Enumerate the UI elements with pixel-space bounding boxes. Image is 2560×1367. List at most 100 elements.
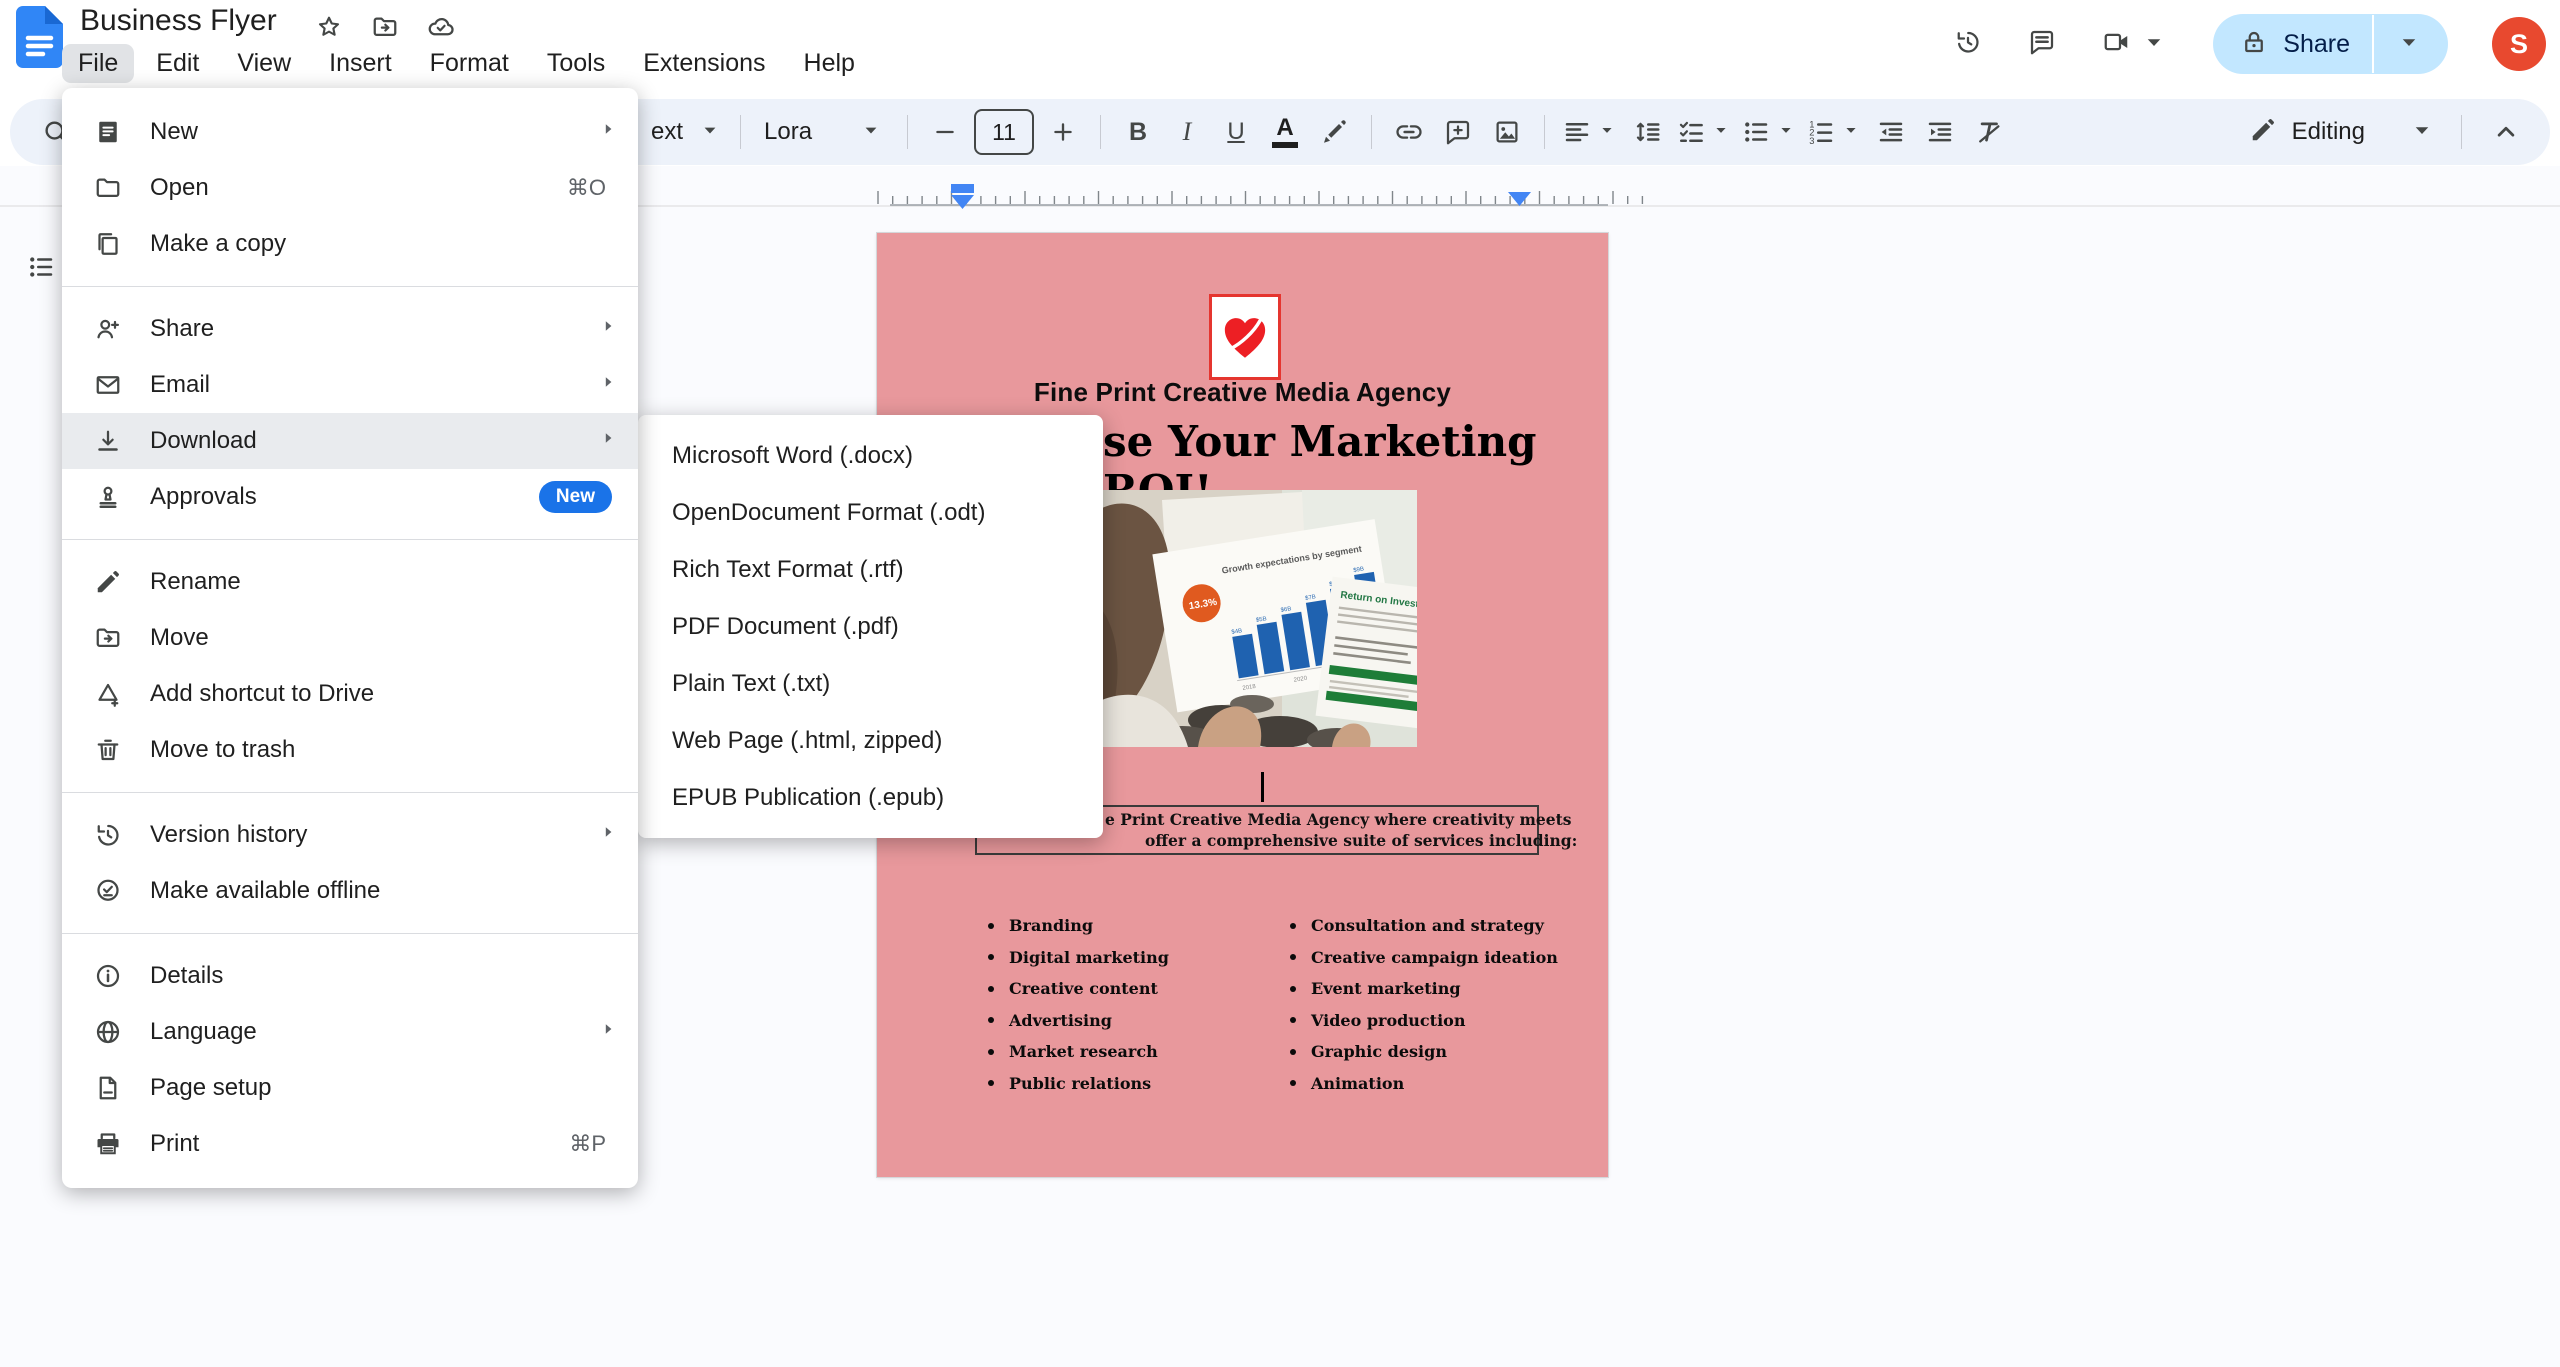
flyer-logo[interactable] [1209,294,1281,380]
service-item[interactable]: Consultation and strategy [1290,910,1558,942]
chevron-down-icon [2407,115,2437,150]
comments-icon[interactable] [2027,27,2057,62]
menu-item-label: Print [150,1130,569,1158]
checklist-button[interactable] [1676,108,1732,156]
file-menu-item-approvals[interactable]: ApprovalsNew [62,469,638,525]
line-spacing-button[interactable] [1627,108,1667,156]
menu-item-label: Version history [150,821,596,849]
download-option-rich-text-format-rtf-[interactable]: Rich Text Format (.rtf) [638,541,1103,598]
file-menu-item-open[interactable]: Open⌘O [62,160,638,216]
bullet-dot [988,986,994,992]
text-cursor [1261,772,1264,802]
menubar-item-extensions[interactable]: Extensions [627,44,781,83]
chevron-down-icon [858,117,884,148]
services-list-left: BrandingDigital marketingCreative conten… [988,910,1169,1099]
file-menu-item-print[interactable]: Print⌘P [62,1116,638,1172]
menubar-item-format[interactable]: Format [414,44,525,83]
google-docs-logo[interactable] [16,6,63,73]
service-item[interactable]: Event marketing [1290,973,1558,1005]
share-label: Share [2283,30,2350,59]
comment-add-button[interactable] [1438,108,1478,156]
paragraph-style-dropdown[interactable]: ext [651,108,723,156]
outdent-button[interactable] [1871,108,1911,156]
star-icon[interactable] [314,12,344,47]
download-option-plain-text-txt-[interactable]: Plain Text (.txt) [638,655,1103,712]
service-item[interactable]: Graphic design [1290,1036,1558,1068]
flyer-agency-name[interactable]: Fine Print Creative Media Agency [877,377,1608,408]
image-button[interactable] [1487,108,1527,156]
font-size-decrease-button[interactable] [925,108,965,156]
service-item[interactable]: Creative content [988,973,1169,1005]
show-outline-icon[interactable] [26,252,56,287]
trash-icon [92,735,124,765]
underline-button[interactable]: U [1216,108,1256,156]
right-indent-marker[interactable] [1508,192,1531,206]
menubar-item-view[interactable]: View [221,44,307,83]
chevron-down-icon [1596,119,1618,146]
font-size-increase-button[interactable] [1043,108,1083,156]
file-menu-item-move-to-trash[interactable]: Move to trash [62,722,638,778]
file-menu-item-details[interactable]: Details [62,948,638,1004]
text-color-button[interactable]: A [1265,108,1305,156]
file-menu-item-download[interactable]: Download [62,413,638,469]
flyer-about-line1[interactable]: e Print Creative Media Agency where crea… [1105,810,1571,829]
file-menu-item-share[interactable]: Share [62,301,638,357]
service-item[interactable]: Creative campaign ideation [1290,942,1558,974]
submenu-arrow-icon [596,370,620,401]
file-menu-item-version-history[interactable]: Version history [62,807,638,863]
avatar[interactable]: S [2492,17,2546,71]
service-item[interactable]: Video production [1290,1005,1558,1037]
menubar-item-insert[interactable]: Insert [313,44,408,83]
document-title[interactable]: Business Flyer [80,4,277,38]
clear-format-button[interactable] [1969,108,2009,156]
menubar-item-edit[interactable]: Edit [140,44,215,83]
file-menu-item-page-setup[interactable]: Page setup [62,1060,638,1116]
menu-item-label: Move to trash [150,736,620,764]
download-option-epub-publication-epub-[interactable]: EPUB Publication (.epub) [638,769,1103,826]
service-item[interactable]: Advertising [988,1005,1169,1037]
menubar-item-file[interactable]: File [62,44,134,83]
font-dropdown[interactable]: Lora [758,108,890,156]
download-icon [92,426,124,456]
file-menu-item-rename[interactable]: Rename [62,554,638,610]
file-menu-item-language[interactable]: Language [62,1004,638,1060]
service-item[interactable]: Animation [1290,1068,1558,1100]
download-option-pdf-document-pdf-[interactable]: PDF Document (.pdf) [638,598,1103,655]
service-item[interactable]: Digital marketing [988,942,1169,974]
link-button[interactable] [1389,108,1429,156]
download-option-web-page-html-zipped-[interactable]: Web Page (.html, zipped) [638,712,1103,769]
download-option-microsoft-word-docx-[interactable]: Microsoft Word (.docx) [638,427,1103,484]
service-item[interactable]: Public relations [988,1068,1169,1100]
service-label: Event marketing [1311,979,1461,998]
italic-button[interactable]: I [1167,108,1207,156]
file-menu-item-move[interactable]: Move [62,610,638,666]
download-option-opendocument-format-odt-[interactable]: OpenDocument Format (.odt) [638,484,1103,541]
flyer-photo[interactable]: Growth expectations by segment 13.3% $4B… [1102,490,1417,747]
bold-button[interactable]: B [1118,108,1158,156]
service-item[interactable]: Branding [988,910,1169,942]
version-history-icon[interactable] [1953,27,1983,62]
flyer-about-line2[interactable]: offer a comprehensive suite of services … [1145,831,1577,850]
move-folder-icon[interactable] [370,12,400,47]
file-menu-item-email[interactable]: Email [62,357,638,413]
submenu-arrow-icon [596,314,620,345]
collapse-toolbar-icon[interactable] [2486,108,2526,156]
file-menu-item-make-a-copy[interactable]: Make a copy [62,216,638,272]
toolbar-divider [907,115,908,149]
file-menu-item-new[interactable]: New [62,104,638,160]
service-item[interactable]: Market research [988,1036,1169,1068]
share-button[interactable]: Share [2213,14,2448,74]
font-size-input[interactable]: 11 [974,109,1034,155]
file-menu-item-make-available-offline[interactable]: Make available offline [62,863,638,919]
menubar-item-tools[interactable]: Tools [531,44,621,83]
menubar-item-help[interactable]: Help [788,44,871,83]
mode-button[interactable]: Editing [2248,108,2437,156]
indent-button[interactable] [1920,108,1960,156]
share-menu-button[interactable] [2380,27,2438,62]
file-menu-item-add-shortcut-to-drive[interactable]: Add shortcut to Drive [62,666,638,722]
join-call-button[interactable] [2101,27,2169,62]
align-button[interactable] [1562,108,1618,156]
bullet-list-button[interactable] [1741,108,1797,156]
numbered-list-button[interactable]: 123 [1806,108,1862,156]
highlight-color-button[interactable] [1314,108,1354,156]
